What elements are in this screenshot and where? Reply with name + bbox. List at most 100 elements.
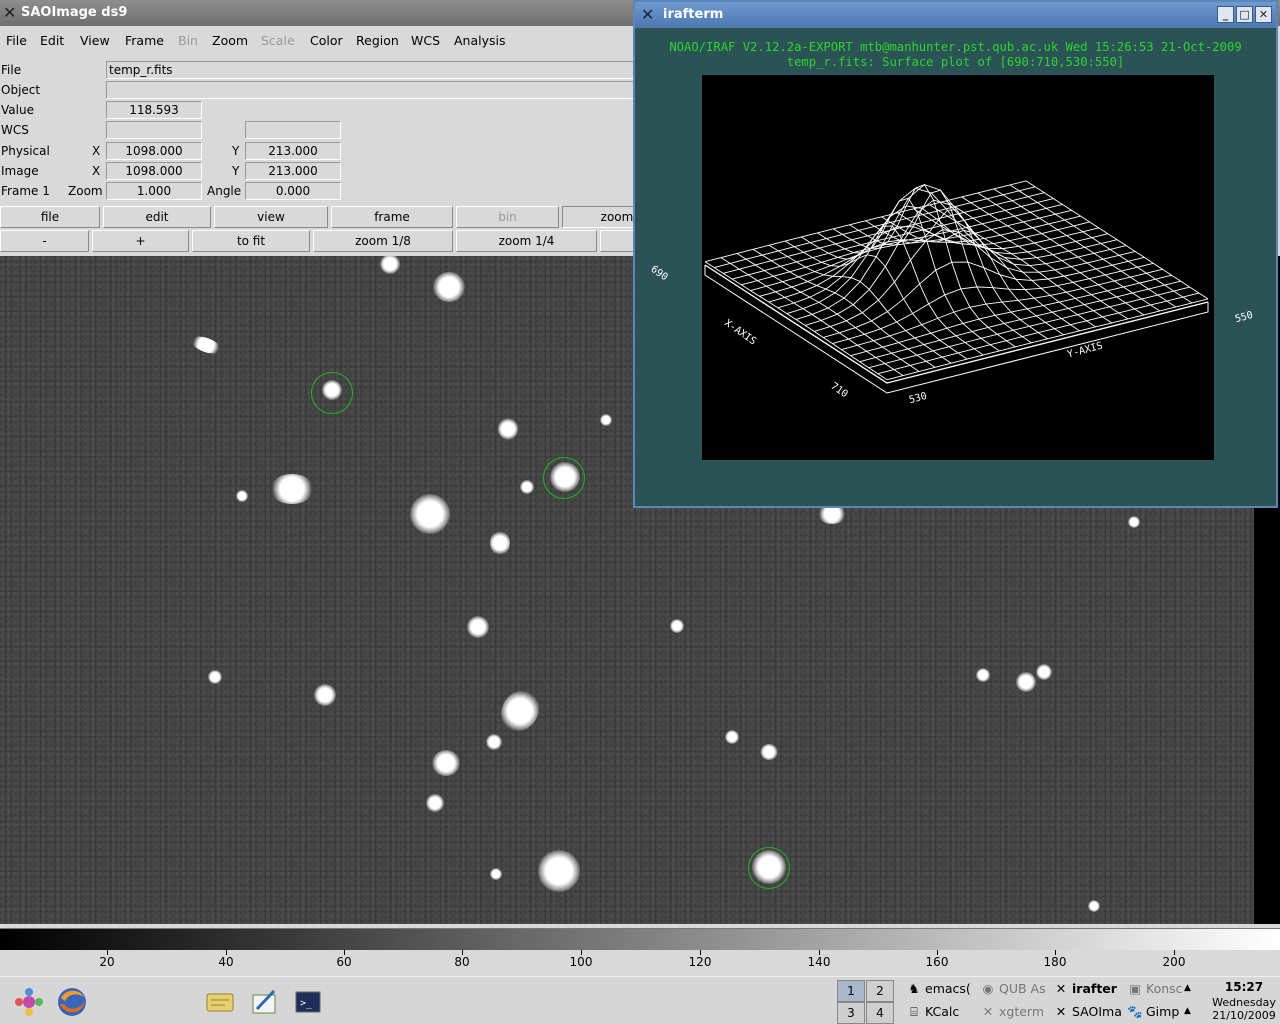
pager-desktop-2[interactable]: 2 [866, 980, 894, 1002]
star-source [490, 531, 510, 555]
circle-region[interactable] [311, 372, 353, 414]
star-source [486, 734, 502, 750]
star-source [1088, 900, 1100, 912]
star-source [208, 670, 222, 684]
frame-label: Frame 1 [1, 184, 50, 198]
menu-region[interactable]: Region [356, 33, 399, 48]
task-konsole[interactable]: ▣ Konsc [1127, 978, 1191, 1000]
task-irafterm[interactable]: ✕ irafter [1053, 978, 1125, 1000]
scroll-up-icon[interactable]: ▲ [1184, 983, 1191, 993]
wcs-y-field [245, 121, 341, 139]
minimize-button[interactable]: _ [1217, 6, 1234, 23]
editor-icon[interactable] [247, 985, 281, 1019]
button-zoom-in[interactable]: + [92, 230, 189, 252]
terminal-icon[interactable]: >_ [291, 985, 325, 1019]
star-source [976, 668, 990, 682]
colorbar-tick-label: 100 [569, 955, 593, 969]
ds9-window-title: SAOImage ds9 [21, 5, 128, 20]
axis-label-550: 550 [1233, 309, 1255, 326]
physical-y-field: 213.000 [245, 142, 341, 160]
button-file[interactable]: file [0, 206, 100, 228]
menu-bin[interactable]: Bin [178, 33, 198, 48]
menu-zoom[interactable]: Zoom [212, 33, 248, 48]
star-source [380, 256, 400, 274]
pager-desktop-4[interactable]: 4 [866, 1002, 894, 1024]
calc-icon: ⌸ [910, 1004, 918, 1019]
image-x-field: 1098.000 [106, 162, 202, 180]
star-source [314, 684, 336, 706]
button-view[interactable]: view [214, 206, 328, 228]
irafterm-plot-title: temp_r.fits: Surface plot of [690:710,53… [786, 55, 1125, 69]
close-button[interactable]: ✕ [1255, 6, 1272, 23]
kde-taskbar: >_ 1 2 3 4 ♞ emacs( ◉ QUB As ✕ irafter ▣ Kon… [0, 976, 1280, 1024]
star-source [600, 414, 612, 426]
menu-edit[interactable]: Edit [40, 33, 64, 48]
task-qub-browser[interactable]: ◉ QUB As [980, 978, 1050, 1000]
galaxy-source [493, 683, 547, 739]
irafterm-window: ✕ irafterm _ □ ✕ NOAO/IRAF V2.12.2a-EXPO… [633, 0, 1278, 508]
colorbar-tick-label: 160 [925, 955, 949, 969]
file-label: File [1, 63, 22, 77]
menu-analysis[interactable]: Analysis [454, 33, 506, 48]
colorbar-tick-label: 60 [336, 955, 352, 969]
circle-region[interactable] [748, 847, 790, 889]
menu-view[interactable]: View [80, 33, 110, 48]
pager-desktop-3[interactable]: 3 [837, 1002, 865, 1024]
notes-icon[interactable] [203, 985, 237, 1019]
surface-plot-svg [704, 180, 1209, 394]
svg-text:>_: >_ [300, 998, 313, 1009]
button-zoom-out[interactable]: - [0, 230, 89, 252]
button-edit[interactable]: edit [103, 206, 211, 228]
colorbar-tick-label: 20 [99, 955, 115, 969]
star-source [467, 616, 489, 638]
menu-frame[interactable]: Frame [125, 33, 164, 48]
clock-time[interactable]: 15:27 [1212, 980, 1276, 994]
x11-icon[interactable]: ✕ [3, 3, 19, 22]
star-source [1016, 672, 1036, 692]
menu-color[interactable]: Color [310, 33, 343, 48]
button-zoom-1-8[interactable]: zoom 1/8 [313, 230, 453, 252]
galaxy-source [188, 332, 224, 358]
button-bin[interactable]: bin [456, 206, 559, 228]
x-icon: ✕ [982, 1004, 994, 1019]
button-zoom-1-4[interactable]: zoom 1/4 [456, 230, 597, 252]
x11-icon[interactable]: ✕ [641, 5, 654, 24]
star-source [236, 490, 248, 502]
menu-wcs[interactable]: WCS [411, 33, 440, 48]
firefox-icon[interactable] [55, 985, 89, 1019]
irafterm-window-title: irafterm [663, 7, 724, 22]
maximize-button[interactable]: □ [1236, 6, 1253, 23]
mesh-line [886, 298, 1209, 381]
wcs-label: WCS [1, 123, 29, 137]
mesh-line [785, 240, 968, 360]
scroll-up-icon[interactable]: ▲ [1184, 1006, 1191, 1016]
kde-menu-icon[interactable] [12, 985, 46, 1019]
image-x-label: X [92, 164, 101, 178]
menu-scale[interactable]: Scale [261, 33, 295, 48]
irafterm-titlebar[interactable]: ✕ irafterm _ □ ✕ [635, 2, 1276, 28]
angle-field: 0.000 [245, 182, 341, 200]
colorbar-tick-label: 80 [454, 955, 470, 969]
colorbar-scale: 20 40 60 80 100 120 140 160 180 200 [0, 950, 1280, 974]
button-zoom-fit[interactable]: to fit [192, 230, 310, 252]
colorbar[interactable] [0, 928, 1280, 950]
task-emacs[interactable]: ♞ emacs( [906, 978, 976, 1000]
gnu-icon: ♞ [908, 981, 920, 996]
menu-file[interactable]: File [6, 33, 27, 48]
task-xgterm[interactable]: ✕ xgterm [980, 1001, 1050, 1023]
wcs-x-field [106, 121, 202, 139]
task-gimp[interactable]: 🐾 Gimp [1127, 1001, 1191, 1023]
pager-desktop-1[interactable]: 1 [837, 980, 865, 1002]
star-source [498, 418, 518, 440]
button-frame[interactable]: frame [331, 206, 453, 228]
gimp-icon: 🐾 [1127, 1004, 1143, 1019]
circle-region[interactable] [543, 457, 585, 499]
task-kcalc[interactable]: ⌸ KCalc [906, 1001, 976, 1023]
object-label: Object [1, 83, 41, 97]
value-field: 118.593 [106, 101, 202, 119]
irafterm-header-line: NOAO/IRAF V2.12.2a-EXPORT mtb@manhunter.… [669, 40, 1242, 54]
angle-label: Angle [207, 184, 242, 198]
star-source [520, 480, 534, 494]
info-panel: File temp_r.fits Object Value 118.593 WC… [0, 58, 640, 204]
task-saoimage[interactable]: ✕ SAOIma [1053, 1001, 1125, 1023]
